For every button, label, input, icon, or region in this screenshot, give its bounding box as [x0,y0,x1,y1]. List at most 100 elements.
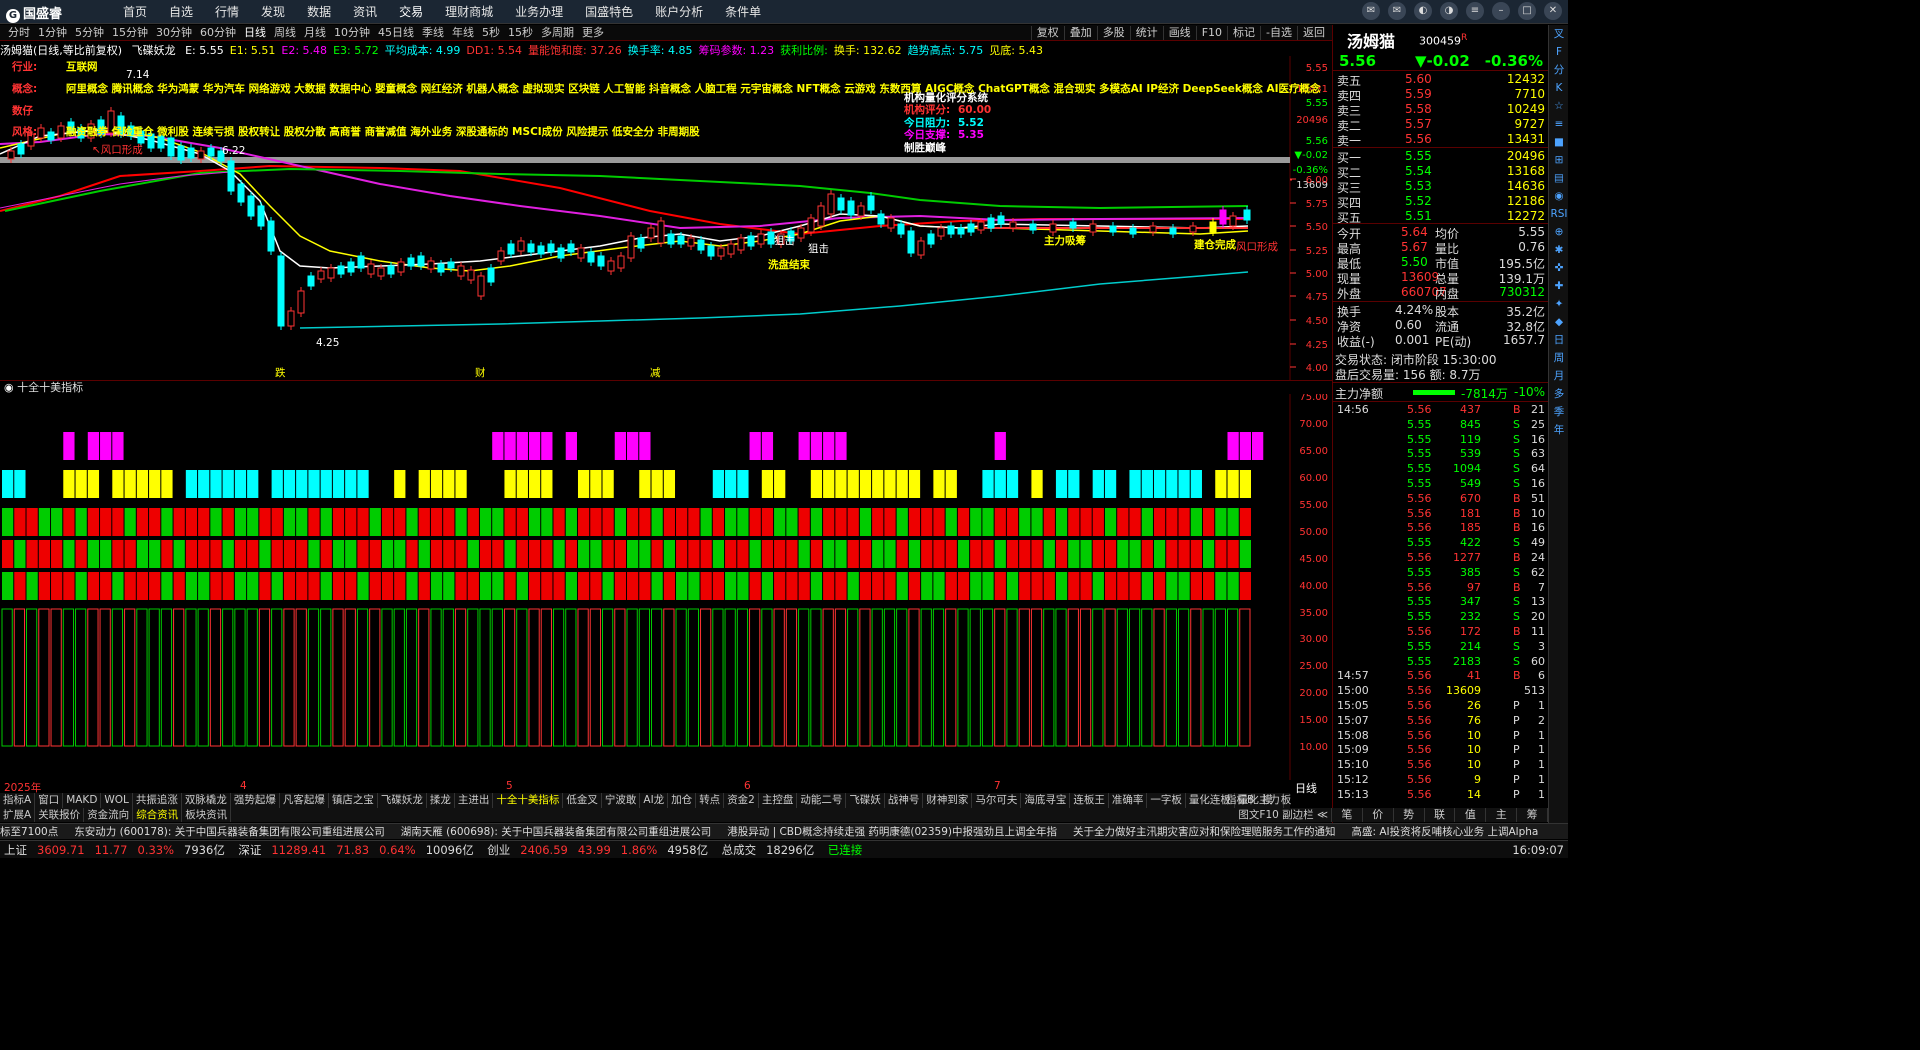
quote-tab[interactable]: 笔 [1332,808,1363,822]
indicator-tab[interactable]: 财神到家 [923,793,973,808]
info-tab[interactable]: 资金流向 [84,808,134,822]
sidebar-button[interactable]: ✚ [1549,277,1569,295]
tool-button[interactable]: 多股 [1096,26,1130,40]
menu-item[interactable]: 行情 [204,0,250,24]
indicator-tab[interactable]: MAKD [63,793,102,808]
menu-item[interactable]: 发现 [250,0,296,24]
indicator-tab[interactable]: 加仓 [668,793,697,808]
period-tab[interactable]: 60分钟 [196,26,240,40]
news-item[interactable]: 标至7100点 [0,826,58,838]
indicator-subchart[interactable]: 75.00 70.00 65.00 60.00 55.00 50.00 45.00 40.00… [0,394,1332,780]
period-tab[interactable]: 年线 [448,26,478,40]
sidebar-button[interactable]: ⊕ [1549,223,1569,241]
mail-icon[interactable]: ✉ [1388,2,1406,20]
indicator-tab[interactable]: 一字板 [1147,793,1186,808]
sidebar-button[interactable]: 多 [1549,385,1569,403]
formula-name[interactable]: 飞碟妖龙 [132,44,176,56]
period-tab[interactable]: 1分钟 [34,26,71,40]
sidebar-button[interactable]: ≡ [1549,115,1569,133]
period-tab[interactable]: 多周期 [537,26,578,40]
sidebar-button[interactable]: 年 [1549,421,1569,439]
close-icon[interactable]: ✕ [1544,2,1562,20]
skin-icon[interactable]: ◑ [1440,2,1458,20]
news-item[interactable]: 高盛: AI投资将反哺核心业务 上调Alpha [1352,826,1539,838]
indicator-tab[interactable]: 低金叉 [563,793,602,808]
info-tab[interactable]: 板块资讯 [182,808,232,822]
indicator-tab[interactable]: 主进出 [455,793,494,808]
period-tab[interactable]: 10分钟 [330,26,374,40]
tool-button[interactable]: 标记 [1227,26,1260,40]
indicator-tab[interactable]: 揉龙 [427,793,455,808]
tool-button[interactable]: 返回 [1297,26,1330,40]
indicator-tab-right[interactable]: 指标B [1222,793,1258,808]
indicator-tab[interactable]: 连板王 [1070,793,1109,808]
indicator-tab[interactable]: 镇店之宝 [329,793,378,808]
news-item[interactable]: 东安动力 (600178): 关于中国兵器装备集团有限公司重组进展公司 [74,826,385,838]
period-tab[interactable]: 5分钟 [71,26,108,40]
tool-button[interactable]: 统计 [1129,26,1163,40]
menu-icon[interactable]: ≡ [1466,2,1484,20]
indicator-tab[interactable]: WOL [101,793,133,808]
indicator-tab[interactable]: 双脉橇龙 [182,793,231,808]
sidebar-button[interactable]: ◆ [1549,313,1569,331]
indicator-tab[interactable]: 动能二号 [797,793,847,808]
tool-button[interactable]: 叠加 [1063,26,1097,40]
sidebar-button[interactable]: 月 [1549,367,1569,385]
stock-name-label[interactable]: 汤姆猫(日线,等比前复权) [0,44,122,56]
sidebar-button[interactable]: F [1549,43,1569,61]
indicator-tab[interactable]: 宁波敢 [602,793,641,808]
sidebar-button[interactable]: ■ [1549,133,1569,151]
menu-item[interactable]: 条件单 [714,0,772,24]
tool-button[interactable]: 复权 [1030,26,1064,40]
indicator-tab[interactable]: 资金2 [724,793,759,808]
f10-sidebar-toggle[interactable]: 图文F10 副边栏 ≪ [1235,808,1332,822]
menu-item[interactable]: 理财商城 [434,0,504,24]
main-kline-chart[interactable]: 5.55134315.55204965.56▼-0.02-0.36%136096… [0,56,1332,380]
news-item[interactable]: 港股异动 | CBD概念持续走强 药明康德(02359)中报强劲且上调全年指 [727,826,1057,838]
sidebar-button[interactable]: ✜ [1549,259,1569,277]
period-tab[interactable]: 15分钟 [108,26,152,40]
tool-button[interactable]: -自选 [1260,26,1297,40]
sidebar-button[interactable]: 分 [1549,61,1569,79]
sidebar-button[interactable]: ✱ [1549,241,1569,259]
menu-item[interactable]: 账户分析 [644,0,714,24]
indicator-tab[interactable]: 战神号 [885,793,924,808]
menu-item[interactable]: 交易 [388,0,434,24]
sidebar-button[interactable]: RSI [1549,205,1569,223]
indicator-tab[interactable]: 强势起爆 [231,793,280,808]
indicator-tab[interactable]: 准确率 [1109,793,1148,808]
period-tab[interactable]: 更多 [578,26,608,40]
indicator-tab[interactable]: 凡客起爆 [280,793,329,808]
indicator-tab[interactable]: 马尔可夫 [972,793,1022,808]
tool-button[interactable]: F10 [1195,26,1227,40]
sidebar-button[interactable]: 周 [1549,349,1569,367]
quote-tab[interactable]: 势 [1394,808,1425,822]
period-tab[interactable]: 季线 [418,26,448,40]
info-tab[interactable]: 综合资讯 [133,808,183,822]
menu-item[interactable]: 业务办理 [504,0,574,24]
indicator-tab[interactable]: 指标A [0,793,36,808]
sidebar-button[interactable]: 叉 [1549,25,1569,43]
indicator-tab-right[interactable]: 板 [1277,793,1296,808]
indicator-tab[interactable]: 转点 [696,793,725,808]
indicator-tab[interactable]: 飞碟妖龙 [378,793,427,808]
maximize-icon[interactable]: □ [1518,2,1536,20]
indicator-tab-right[interactable]: 模 [1258,793,1277,808]
news-item[interactable]: 关于全力做好主汛期灾害应对和保险理赔服务工作的通知 [1073,826,1336,838]
menu-item[interactable]: 资讯 [342,0,388,24]
menu-item[interactable]: 数据 [296,0,342,24]
tool-button[interactable]: 画线 [1162,26,1196,40]
user-icon[interactable]: ◐ [1414,2,1432,20]
period-tab[interactable]: 45日线 [374,26,418,40]
quote-tab[interactable]: 筹 [1517,808,1549,822]
period-tab[interactable]: 周线 [270,26,300,40]
period-tab[interactable]: 15秒 [504,26,537,40]
quote-tab[interactable]: 联 [1425,808,1456,822]
period-tab[interactable]: 日线 [240,26,270,40]
period-tab[interactable]: 5秒 [478,26,504,40]
news-item[interactable]: 湖南天雁 (600698): 关于中国兵器装备集团有限公司重组进展公司 [401,826,712,838]
indicator-tab[interactable]: AI龙 [640,793,669,808]
quote-tab[interactable]: 主 [1486,808,1518,822]
sidebar-button[interactable]: ▤ [1549,169,1569,187]
minimize-icon[interactable]: – [1492,2,1510,20]
